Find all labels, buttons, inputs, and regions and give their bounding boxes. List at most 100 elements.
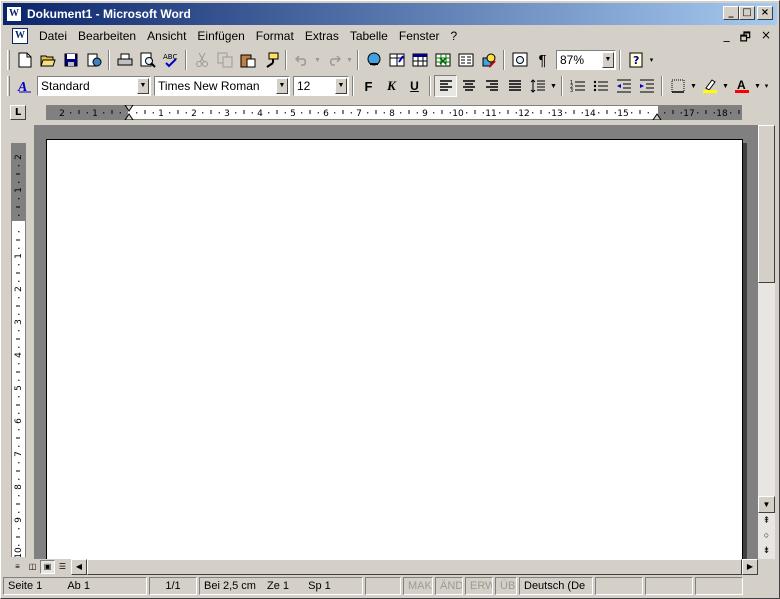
copy-icon[interactable] — [213, 49, 236, 71]
insert-excel-icon[interactable] — [431, 49, 454, 71]
font-select[interactable]: Times New Roman ▼ — [154, 76, 290, 96]
help-icon[interactable]: ? — [624, 49, 647, 71]
document-icon[interactable]: W — [12, 28, 28, 44]
style-select[interactable]: Standard ▼ — [37, 76, 151, 96]
vertical-scrollbar[interactable]: ▼ — [758, 125, 775, 559]
minimize-button[interactable]: _ — [723, 6, 739, 20]
web-layout-view-icon[interactable]: ◫ — [25, 560, 40, 574]
open-folder-icon[interactable] — [36, 49, 59, 71]
document-page[interactable] — [46, 139, 743, 559]
toolbar-grip[interactable] — [7, 50, 10, 70]
menu-tabelle[interactable]: Tabelle — [347, 26, 396, 46]
zoom-select[interactable]: 87% ▼ — [556, 50, 616, 70]
bold-button[interactable]: F — [357, 75, 380, 97]
highlight-dropdown-icon[interactable]: ▼ — [721, 83, 730, 90]
numbering-icon[interactable]: 123 — [566, 75, 589, 97]
redo-dropdown-icon[interactable]: ▼ — [345, 57, 354, 64]
menu-help[interactable]: ? — [448, 26, 466, 46]
title-bar[interactable]: W Dokument1 - Microsoft Word _ □ × — [3, 3, 777, 25]
scroll-right-button[interactable]: ▶ — [742, 559, 758, 575]
new-document-icon[interactable] — [13, 49, 36, 71]
status-macro-recorder[interactable] — [365, 577, 401, 595]
border-dropdown-icon[interactable]: ▼ — [689, 83, 698, 90]
status-spelling[interactable] — [595, 577, 643, 595]
horizontal-scrollbar[interactable]: ◀ ▶ — [71, 559, 758, 575]
underline-button[interactable]: U — [403, 75, 426, 97]
permission-icon[interactable] — [82, 49, 105, 71]
close-button[interactable]: × — [757, 6, 773, 20]
align-right-button[interactable] — [480, 75, 503, 97]
horizontal-ruler[interactable]: 2 1 1 2 3 4 5 6 7 8 9 10 11 12 13 14 15 17 18 — [46, 105, 742, 120]
maximize-button[interactable]: □ — [739, 6, 755, 20]
previous-page-icon[interactable]: ⇞ — [758, 513, 775, 528]
menu-datei[interactable]: Datei — [36, 26, 75, 46]
toolbar-options-icon[interactable]: ▾ — [762, 82, 771, 90]
cut-icon[interactable] — [190, 49, 213, 71]
styles-formatting-icon[interactable]: A — [13, 75, 36, 97]
word-app-icon[interactable]: W — [6, 6, 22, 22]
spellcheck-icon[interactable]: ABC — [159, 49, 182, 71]
bullets-icon[interactable] — [589, 75, 612, 97]
outline-view-icon[interactable]: ☰ — [55, 560, 70, 574]
tables-borders-icon[interactable] — [385, 49, 408, 71]
menu-format[interactable]: Format — [253, 26, 302, 46]
status-extend[interactable]: ERW — [465, 577, 493, 595]
chevron-down-icon[interactable]: ▼ — [276, 78, 288, 94]
vertical-ruler[interactable]: 2 1 1 2 3 4 5 6 7 8 9 10 — [11, 143, 26, 557]
scroll-down-button[interactable]: ▼ — [758, 496, 775, 513]
menu-extras[interactable]: Extras — [302, 26, 347, 46]
menu-ansicht[interactable]: Ansicht — [144, 26, 194, 46]
save-icon[interactable] — [59, 49, 82, 71]
doc-minimize-button[interactable]: _ — [724, 28, 730, 49]
drawing-icon[interactable] — [477, 49, 500, 71]
chevron-down-icon[interactable]: ▼ — [137, 78, 149, 94]
browse-object-icon[interactable]: ○ — [758, 528, 775, 543]
toolbar-grip[interactable] — [7, 76, 10, 96]
columns-icon[interactable] — [454, 49, 477, 71]
menu-bearbeiten[interactable]: Bearbeiten — [75, 26, 144, 46]
chevron-down-icon[interactable]: ▼ — [335, 78, 347, 94]
print-preview-icon[interactable] — [136, 49, 159, 71]
paste-icon[interactable] — [236, 49, 259, 71]
font-color-icon[interactable]: A — [730, 75, 753, 97]
chevron-down-icon[interactable]: ▼ — [602, 52, 614, 68]
first-line-indent-marker[interactable] — [124, 113, 134, 120]
status-overtype[interactable]: ÜB — [495, 577, 517, 595]
highlight-icon[interactable] — [698, 75, 721, 97]
border-icon[interactable] — [666, 75, 689, 97]
next-page-icon[interactable]: ⇟ — [758, 543, 775, 558]
italic-button[interactable]: K — [380, 75, 403, 97]
line-spacing-dropdown-icon[interactable]: ▼ — [549, 83, 558, 90]
menu-fenster[interactable]: Fenster — [396, 26, 448, 46]
print-layout-view-icon[interactable]: ▣ — [40, 560, 55, 574]
scroll-thumb[interactable] — [87, 559, 742, 575]
font-color-dropdown-icon[interactable]: ▼ — [753, 83, 762, 90]
undo-icon[interactable] — [290, 49, 313, 71]
font-size-select[interactable]: 12 ▼ — [293, 76, 349, 96]
right-indent-marker[interactable] — [652, 113, 662, 120]
format-painter-icon[interactable] — [259, 49, 282, 71]
increase-indent-icon[interactable] — [635, 75, 658, 97]
redo-icon[interactable] — [322, 49, 345, 71]
hyperlink-icon[interactable] — [362, 49, 385, 71]
show-formatting-icon[interactable]: ¶ — [531, 49, 554, 71]
line-spacing-icon[interactable] — [526, 75, 549, 97]
align-center-button[interactable] — [457, 75, 480, 97]
normal-view-icon[interactable]: ≡ — [10, 560, 25, 574]
menu-einfuegen[interactable]: Einfügen — [194, 26, 252, 46]
status-track-changes[interactable]: ÄND — [435, 577, 463, 595]
doc-close-button[interactable]: × — [761, 28, 771, 49]
toolbar-options-icon[interactable]: ▾ — [647, 56, 656, 64]
decrease-indent-icon[interactable] — [612, 75, 635, 97]
align-left-button[interactable] — [434, 75, 457, 97]
document-map-icon[interactable] — [508, 49, 531, 71]
hanging-indent-marker[interactable] — [124, 105, 134, 112]
justify-button[interactable] — [503, 75, 526, 97]
doc-restore-button[interactable]: 🗗 — [740, 28, 751, 49]
scroll-left-button[interactable]: ◀ — [71, 559, 87, 575]
tab-selector-button[interactable]: L — [10, 105, 26, 120]
undo-dropdown-icon[interactable]: ▼ — [313, 57, 322, 64]
print-icon[interactable] — [113, 49, 136, 71]
scroll-thumb[interactable] — [758, 125, 775, 283]
insert-table-icon[interactable] — [408, 49, 431, 71]
